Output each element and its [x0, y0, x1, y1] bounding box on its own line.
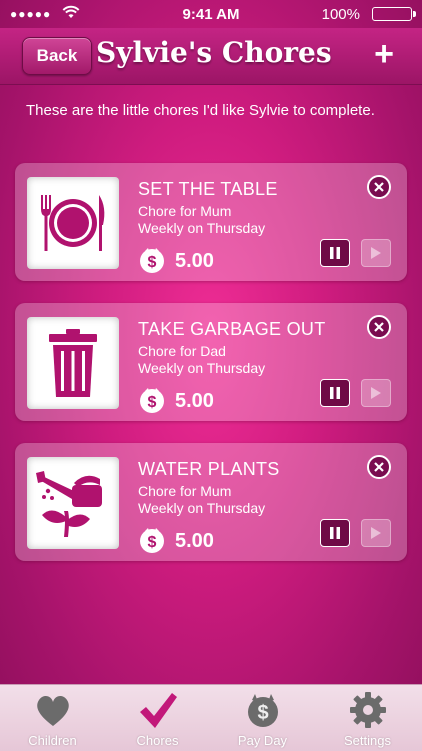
navigation-bar: Back Sylvie's Chores + [0, 28, 422, 85]
play-button[interactable] [361, 519, 391, 547]
play-button[interactable] [361, 379, 391, 407]
play-button[interactable] [361, 239, 391, 267]
chore-assignee: Chore for Mum [138, 483, 232, 499]
status-bar: ●●●●● 9:41 AM 100% [0, 0, 422, 28]
tab-bar: Children Chores $ Pay Day Settings [0, 684, 422, 751]
battery-icon [372, 7, 416, 21]
trash-can-icon [49, 329, 97, 397]
money-icon: $ [140, 388, 164, 413]
close-icon [374, 322, 384, 332]
pause-button[interactable] [320, 239, 350, 267]
chore-amount: 5.00 [175, 390, 214, 412]
tab-settings[interactable]: Settings [315, 685, 420, 751]
pause-icon [330, 387, 340, 399]
chore-thumbnail [27, 177, 119, 269]
chore-name: SET THE TABLE [138, 179, 278, 199]
play-icon [371, 527, 381, 539]
intro-text: These are the little chores I'd like Syl… [26, 102, 375, 119]
chore-thumbnail [27, 317, 119, 409]
gear-icon [350, 692, 386, 728]
tab-chores[interactable]: Chores [105, 685, 210, 751]
money-icon: $ [140, 528, 164, 553]
chore-name: TAKE GARBAGE OUT [138, 319, 326, 339]
chore-frequency: Weekly on Thursday [138, 500, 266, 516]
tab-label: Chores [136, 733, 179, 748]
svg-text:$: $ [148, 254, 157, 271]
chore-card[interactable]: SET THE TABLE Chore for Mum Weekly on Th… [15, 163, 407, 281]
tab-pay-day[interactable]: $ Pay Day [210, 685, 315, 751]
chore-frequency: Weekly on Thursday [138, 360, 266, 376]
add-chore-button[interactable]: + [374, 36, 394, 72]
tab-label: Children [28, 733, 77, 748]
svg-text:$: $ [148, 534, 157, 551]
play-icon [371, 387, 381, 399]
tab-label: Pay Day [237, 733, 288, 748]
battery-percent: 100% [321, 6, 360, 23]
chore-assignee: Chore for Dad [138, 343, 226, 359]
money-icon: $ [140, 248, 164, 273]
chore-assignee: Chore for Mum [138, 203, 232, 219]
back-button[interactable]: Back [22, 37, 92, 75]
delete-chore-button[interactable] [367, 315, 391, 339]
chore-amount: 5.00 [175, 250, 214, 272]
pause-icon [330, 527, 340, 539]
tab-label: Settings [344, 733, 391, 748]
chore-thumbnail [27, 457, 119, 549]
play-icon [371, 247, 381, 259]
pause-button[interactable] [320, 379, 350, 407]
heart-icon [37, 696, 69, 726]
piggy-bank-icon: $ [248, 694, 278, 727]
watering-can-icon [36, 471, 102, 537]
page-title: Sylvie's Chores [96, 36, 332, 69]
svg-text:$: $ [148, 394, 157, 411]
delete-chore-button[interactable] [367, 175, 391, 199]
svg-text:$: $ [257, 702, 268, 724]
pause-icon [330, 247, 340, 259]
close-icon [374, 182, 384, 192]
chore-card[interactable]: WATER PLANTS Chore for Mum Weekly on Thu… [15, 443, 407, 561]
close-icon [374, 462, 384, 472]
tab-children[interactable]: Children [0, 685, 105, 751]
chore-card[interactable]: TAKE GARBAGE OUT Chore for Dad Weekly on… [15, 303, 407, 421]
checkmark-icon [140, 693, 177, 728]
app-screen: ●●●●● 9:41 AM 100% Back Sylvie's Chores … [0, 0, 422, 751]
chore-frequency: Weekly on Thursday [138, 220, 266, 236]
chore-amount: 5.00 [175, 530, 214, 552]
pause-button[interactable] [320, 519, 350, 547]
delete-chore-button[interactable] [367, 455, 391, 479]
chore-name: WATER PLANTS [138, 459, 280, 479]
plate-cutlery-icon [41, 195, 105, 251]
